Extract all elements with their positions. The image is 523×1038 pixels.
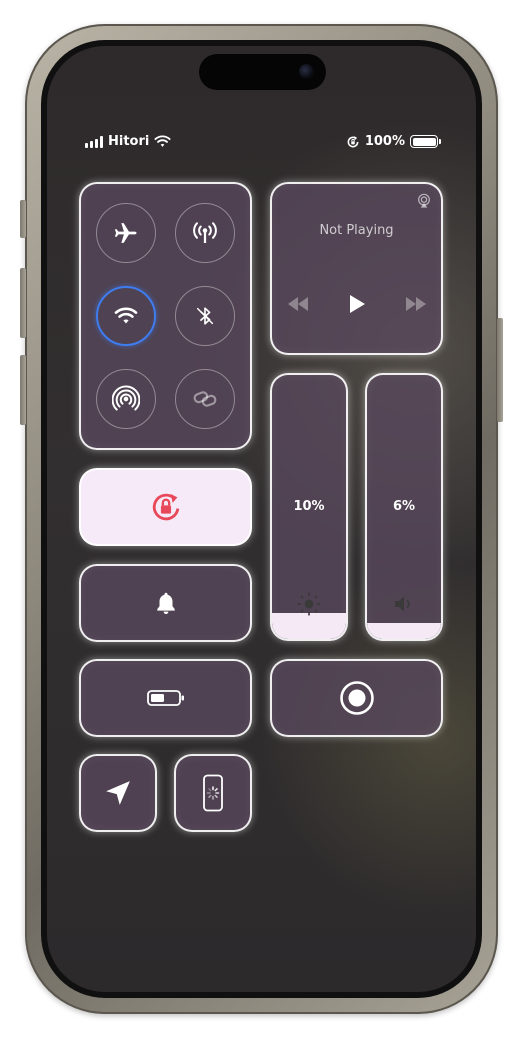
wifi-icon [154, 135, 171, 147]
airplane-mode-button[interactable] [96, 203, 156, 263]
phone-screen: Hitori 100% Not Playing 10% 6% [41, 40, 482, 998]
volume-slider-fill [367, 623, 441, 639]
battery-icon [410, 135, 441, 148]
media-controls [272, 294, 441, 314]
media-player-tile[interactable]: Not Playing [270, 182, 443, 355]
volume-up-button[interactable] [20, 268, 26, 338]
rotation-lock-icon [347, 135, 359, 147]
signal-bars-icon [85, 135, 103, 148]
location-arrow-icon [106, 781, 130, 805]
rotation-lock-tile[interactable] [79, 468, 252, 546]
battery-icon [146, 690, 184, 706]
media-title: Not Playing [319, 223, 394, 238]
fast-forward-icon[interactable] [404, 297, 428, 311]
volume-down-button[interactable] [20, 355, 26, 425]
status-bar-left: Hitori [85, 134, 171, 149]
antenna-icon [193, 222, 217, 243]
status-bar-right: 100% [346, 134, 441, 149]
volume-slider[interactable]: 6% [365, 373, 443, 641]
bluetooth-icon [196, 307, 214, 325]
silent-mode-tile[interactable] [79, 564, 252, 642]
airplay-audio-icon[interactable] [416, 193, 432, 209]
screen-mirroring-tile[interactable] [174, 754, 252, 832]
side-power-button[interactable] [497, 318, 503, 422]
record-icon [339, 681, 374, 715]
low-power-mode-tile[interactable] [79, 659, 252, 737]
screen-record-tile[interactable] [270, 659, 443, 737]
carrier-name: Hitori [108, 134, 150, 149]
sun-icon [272, 591, 346, 617]
brightness-slider[interactable]: 10% [270, 373, 348, 641]
rotation-lock-icon [152, 493, 179, 521]
location-tile[interactable] [79, 754, 157, 832]
play-icon[interactable] [348, 294, 366, 314]
phone-loading-icon [203, 774, 223, 812]
bell-icon [156, 592, 175, 615]
personal-hotspot-button[interactable] [175, 369, 235, 429]
airplane-icon [114, 223, 137, 243]
speaker-icon [367, 592, 441, 616]
airdrop-button[interactable] [96, 369, 156, 429]
action-button[interactable] [20, 200, 26, 238]
link-icon [193, 391, 217, 407]
wifi-icon [114, 307, 138, 324]
volume-value: 6% [392, 499, 416, 514]
battery-percent: 100% [364, 134, 405, 149]
rewind-icon[interactable] [286, 297, 310, 311]
bluetooth-button[interactable] [175, 286, 235, 346]
airdrop-icon [112, 385, 140, 411]
brightness-value: 10% [293, 499, 325, 514]
connectivity-module [79, 182, 252, 450]
front-camera [299, 64, 314, 79]
cellular-data-button[interactable] [175, 203, 235, 263]
dynamic-island [199, 54, 326, 90]
wifi-button[interactable] [96, 286, 156, 346]
